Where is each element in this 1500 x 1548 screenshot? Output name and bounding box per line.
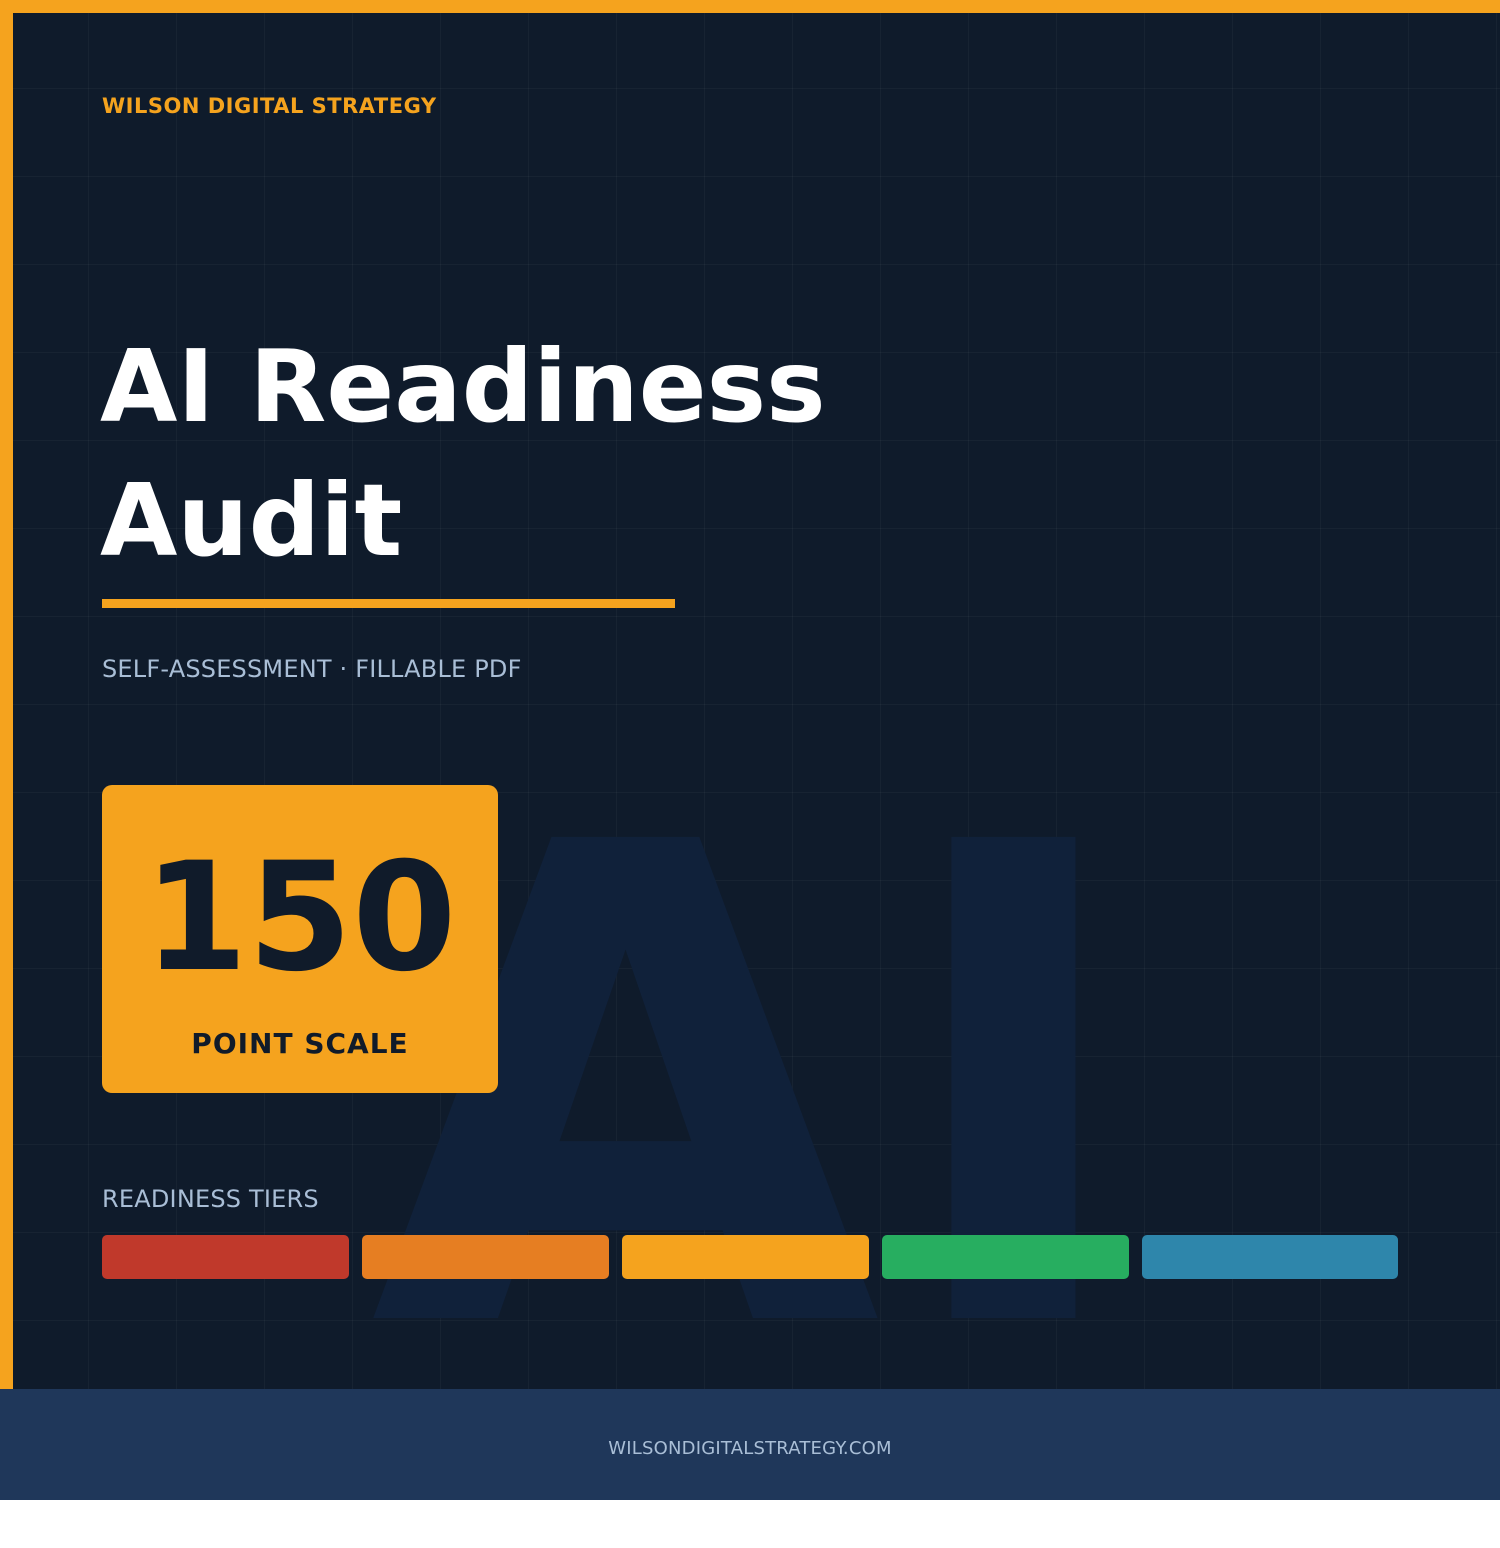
score-label: POINT SCALE <box>191 1027 409 1060</box>
tier-swatch-5 <box>1142 1235 1398 1279</box>
score-value: 150 <box>143 831 457 1005</box>
tier-swatch-1 <box>102 1235 349 1279</box>
tiers-label: READINESS TIERS <box>102 1185 319 1213</box>
score-card: 150 POINT SCALE <box>102 785 498 1093</box>
page-title: AI Readiness Audit <box>100 320 826 588</box>
tier-bar-group <box>102 1235 1399 1279</box>
tier-swatch-3 <box>622 1235 869 1279</box>
tier-swatch-2 <box>362 1235 609 1279</box>
brand-name: WILSON DIGITAL STRATEGY <box>102 94 437 118</box>
tier-swatch-4 <box>882 1235 1129 1279</box>
subtitle: SELF-ASSESSMENT · FILLABLE PDF <box>102 655 522 683</box>
footer-url: WILSONDIGITALSTRATEGY.COM <box>608 1438 892 1459</box>
cover-page: AI WILSON DIGITAL STRATEGY AI Readiness … <box>0 0 1500 1500</box>
left-accent-bar <box>0 0 13 1389</box>
title-line-1: AI Readiness <box>100 328 826 445</box>
title-line-2: Audit <box>100 462 403 579</box>
title-underline <box>102 599 675 608</box>
top-accent-bar <box>0 0 1500 13</box>
